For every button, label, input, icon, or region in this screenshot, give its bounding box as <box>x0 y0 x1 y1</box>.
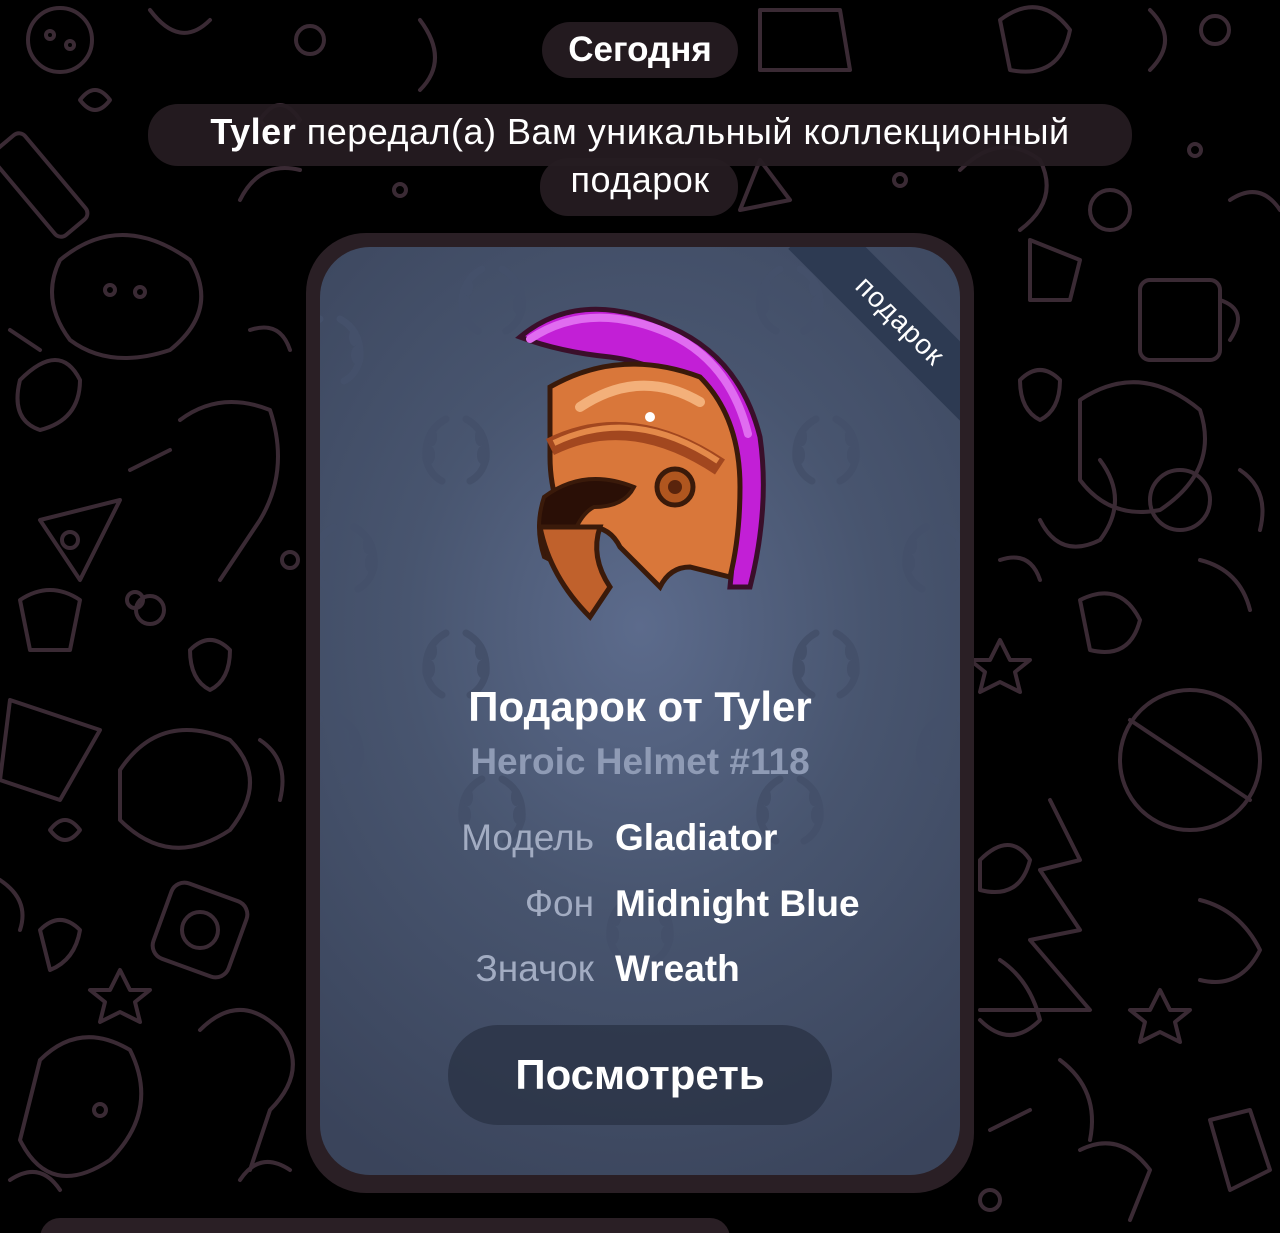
gift-subtitle: Heroic Helmet #118 <box>470 741 810 782</box>
view-gift-button[interactable]: Посмотреть <box>448 1025 832 1125</box>
attribute-row-model: Модель Gladiator <box>320 817 960 867</box>
spartan-helmet-icon <box>515 306 766 621</box>
gift-ribbon: подарок <box>760 247 960 447</box>
attribute-row-backdrop: Фон Midnight Blue <box>320 883 960 933</box>
next-message-bubble <box>40 1218 730 1233</box>
gift-title: Подарок от Tyler <box>468 683 812 730</box>
gift-card[interactable]: подарок Подарок от Tyler Heroic Helmet #… <box>320 247 960 1175</box>
gift-ribbon-label: подарок <box>788 247 960 433</box>
attribute-row-symbol: Значок Wreath <box>320 948 960 998</box>
attribute-label-model: Модель <box>461 817 594 858</box>
attribute-value-model: Gladiator <box>615 817 778 858</box>
attribute-label-symbol: Значок <box>475 948 594 989</box>
date-separator: Сегодня <box>542 22 738 78</box>
attribute-value-backdrop: Midnight Blue <box>615 883 860 924</box>
attribute-label-backdrop: Фон <box>524 883 594 924</box>
service-message: Tyler передал(а) Вам уникальный коллекци… <box>148 108 1132 204</box>
service-message-text: передал(а) Вам уникальный коллекционный … <box>296 111 1070 200</box>
service-message-sender[interactable]: Tyler <box>210 111 296 152</box>
attribute-value-symbol: Wreath <box>615 948 740 989</box>
